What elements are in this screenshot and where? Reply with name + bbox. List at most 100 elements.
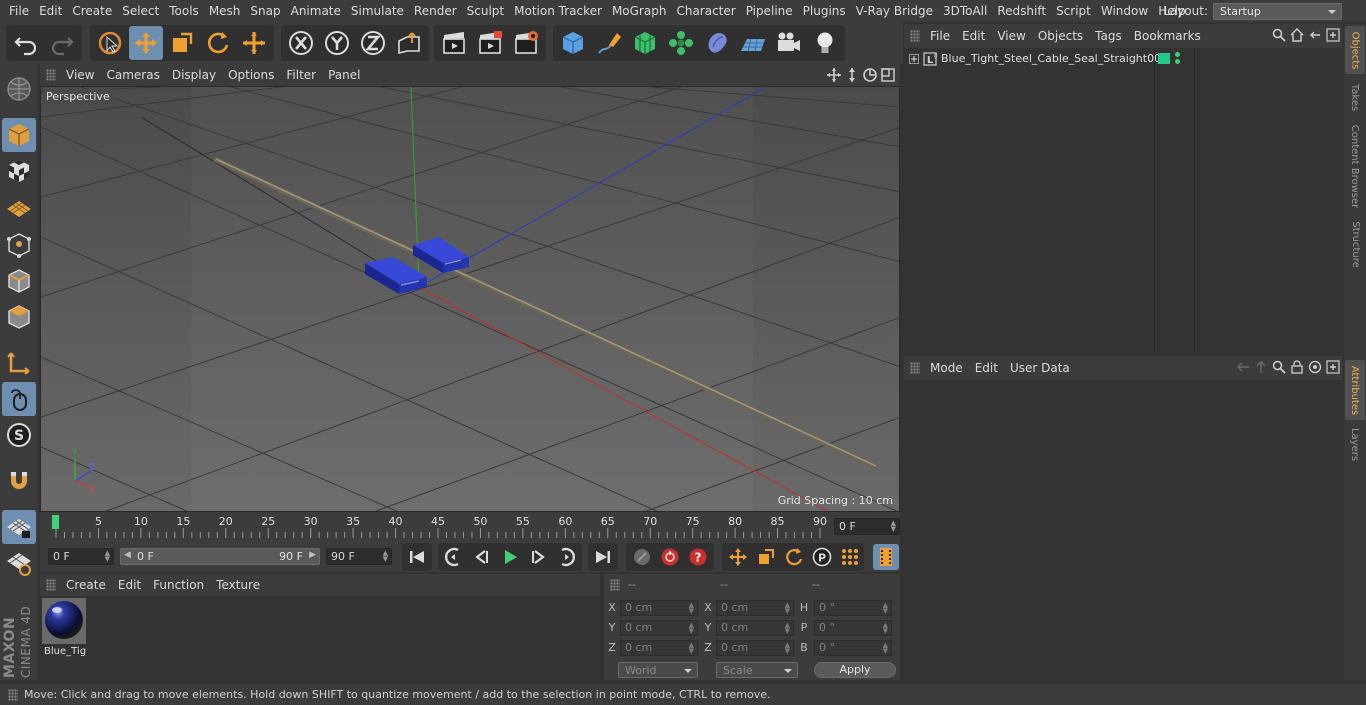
material-menu-function[interactable]: Function — [149, 578, 212, 592]
scale-tool-button[interactable] — [165, 26, 199, 60]
objects-menu-tags[interactable]: Tags — [1091, 29, 1130, 43]
search-icon[interactable] — [1272, 360, 1286, 374]
spinner-arrows[interactable]: ▲ ▼ — [883, 642, 888, 655]
goto-end-button[interactable] — [590, 544, 616, 570]
search-icon[interactable] — [1272, 28, 1286, 42]
key-scale-button[interactable] — [753, 544, 779, 570]
frame-ruler[interactable]: 0 5 10 15 20 25 30 35 40 45 50 55 60 65 … — [48, 514, 830, 540]
material-tag-icon[interactable] — [1158, 53, 1170, 64]
current-frame-field[interactable]: 0 F ▲ ▼ — [834, 518, 900, 535]
menu-mesh[interactable]: Mesh — [204, 0, 246, 22]
apply-button[interactable]: Apply — [814, 662, 896, 678]
light-button[interactable] — [808, 26, 842, 60]
rotation-h-field[interactable]: 0 ° ▲ ▼ — [814, 600, 892, 616]
record-active-objects-button[interactable] — [657, 544, 683, 570]
deformer-button[interactable] — [700, 26, 734, 60]
texture-mode-button[interactable] — [2, 154, 36, 188]
key-rotation-button[interactable] — [781, 544, 807, 570]
viewport-menu-display[interactable]: Display — [168, 68, 224, 82]
lock-icon[interactable] — [1290, 360, 1304, 374]
rotation-p-field[interactable]: 0 ° ▲ ▼ — [814, 620, 892, 636]
polygons-mode-button[interactable] — [2, 300, 36, 334]
move-tool-button[interactable] — [129, 26, 163, 60]
spinner-arrows[interactable]: ▲ ▼ — [689, 642, 694, 655]
points-mode-button[interactable] — [2, 228, 36, 262]
workplane-lock-button[interactable] — [2, 510, 36, 544]
snap-toggle-button[interactable] — [2, 464, 36, 498]
objects-menu-bookmarks[interactable]: Bookmarks — [1130, 29, 1209, 43]
viewport-menu-cameras[interactable]: Cameras — [102, 68, 167, 82]
menu-mograph[interactable]: MoGraph — [607, 0, 672, 22]
3d-viewport[interactable]: Y Z X Perspective Grid Spacing : 10 cm — [40, 86, 900, 512]
attributes-menu-mode[interactable]: Mode — [926, 361, 971, 375]
coordinate-mode-select[interactable]: Scale — [716, 662, 798, 678]
menu-snap[interactable]: Snap — [245, 0, 285, 22]
material-menu-texture[interactable]: Texture — [212, 578, 268, 592]
end-frame-field[interactable]: 90 F ▲ ▼ — [326, 548, 392, 565]
preview-range-slider[interactable]: ◀ 0 F 90 F ▶ — [120, 548, 320, 565]
spinner-arrows[interactable]: ▲ ▼ — [883, 602, 888, 615]
menu-animate[interactable]: Animate — [286, 0, 346, 22]
panel-grip[interactable] — [610, 579, 620, 591]
rotate-tool-button[interactable] — [201, 26, 235, 60]
rotation-b-field[interactable]: 0 ° ▲ ▼ — [814, 640, 892, 656]
coordinate-system-button[interactable] — [392, 26, 426, 60]
tab-attributes[interactable]: Attributes — [1345, 360, 1365, 420]
new-panel-icon[interactable] — [1326, 360, 1340, 374]
size-z-field[interactable]: 0 cm ▲ ▼ — [716, 640, 794, 656]
size-y-field[interactable]: 0 cm ▲ ▼ — [716, 620, 794, 636]
playhead-marker[interactable] — [52, 515, 59, 529]
recent-tool-button[interactable] — [237, 26, 271, 60]
menu-plugins[interactable]: Plugins — [798, 0, 851, 22]
dolly-icon[interactable] — [844, 67, 860, 83]
menu-edit[interactable]: Edit — [34, 0, 67, 22]
spinner-arrows[interactable]: ▲ ▼ — [883, 622, 888, 635]
cloner-button[interactable] — [664, 26, 698, 60]
model-mode-button[interactable] — [2, 118, 36, 152]
tab-objects[interactable]: Objects — [1345, 26, 1365, 74]
material-menu-create[interactable]: Create — [62, 578, 114, 592]
spinner-arrows[interactable]: ▲ ▼ — [105, 550, 110, 563]
back-arrow-icon[interactable] — [1236, 360, 1250, 374]
z-axis-lock-button[interactable] — [356, 26, 390, 60]
menu-create[interactable]: Create — [67, 0, 117, 22]
panel-grip[interactable] — [46, 579, 56, 591]
objects-menu-edit[interactable]: Edit — [958, 29, 993, 43]
goto-start-button[interactable] — [404, 544, 430, 570]
position-x-field[interactable]: 0 cm ▲ ▼ — [620, 600, 698, 616]
key-point-level-button[interactable] — [837, 544, 863, 570]
spinner-arrows[interactable]: ▲ ▼ — [689, 602, 694, 615]
expand-plus-icon[interactable] — [909, 54, 919, 64]
spline-pen-button[interactable] — [592, 26, 626, 60]
viewport-menu-options[interactable]: Options — [224, 68, 282, 82]
workplane-mode-button[interactable] — [2, 190, 36, 224]
objects-menu-view[interactable]: View — [993, 29, 1033, 43]
solo-button[interactable]: S — [2, 418, 36, 452]
position-y-field[interactable]: 0 cm ▲ ▼ — [620, 620, 698, 636]
menu-motion-tracker[interactable]: Motion Tracker — [509, 0, 607, 22]
tweak-mode-button[interactable] — [2, 382, 36, 416]
make-editable-button[interactable] — [2, 72, 36, 106]
panel-grip[interactable] — [46, 69, 56, 81]
subdivision-surface-button[interactable] — [628, 26, 662, 60]
menu-file[interactable]: File — [4, 0, 34, 22]
menu-select[interactable]: Select — [117, 0, 164, 22]
menu-tools[interactable]: Tools — [164, 0, 204, 22]
layout-select[interactable]: Startup — [1213, 2, 1342, 20]
tab-structure[interactable]: Structure — [1345, 216, 1365, 272]
x-axis-lock-button[interactable] — [284, 26, 318, 60]
live-selection-button[interactable] — [93, 26, 127, 60]
home-icon[interactable] — [1290, 28, 1304, 42]
attributes-menu-user-data[interactable]: User Data — [1006, 361, 1078, 375]
range-right-arrow-icon[interactable]: ▶ — [309, 550, 316, 560]
key-position-button[interactable] — [725, 544, 751, 570]
object-tree-row[interactable]: L0 Blue_Tight_Steel_Cable_Seal_Straight0… — [904, 50, 1194, 68]
editor-visibility-dot[interactable] — [1175, 52, 1180, 57]
menu-3dtoall[interactable]: 3DToAll — [938, 0, 992, 22]
menu-vray-bridge[interactable]: V-Ray Bridge — [851, 0, 938, 22]
spinner-arrows[interactable]: ▲ ▼ — [891, 520, 896, 533]
next-key-button[interactable] — [553, 544, 579, 570]
edges-mode-button[interactable] — [2, 264, 36, 298]
position-z-field[interactable]: 0 cm ▲ ▼ — [620, 640, 698, 656]
objects-menu-file[interactable]: File — [926, 29, 958, 43]
